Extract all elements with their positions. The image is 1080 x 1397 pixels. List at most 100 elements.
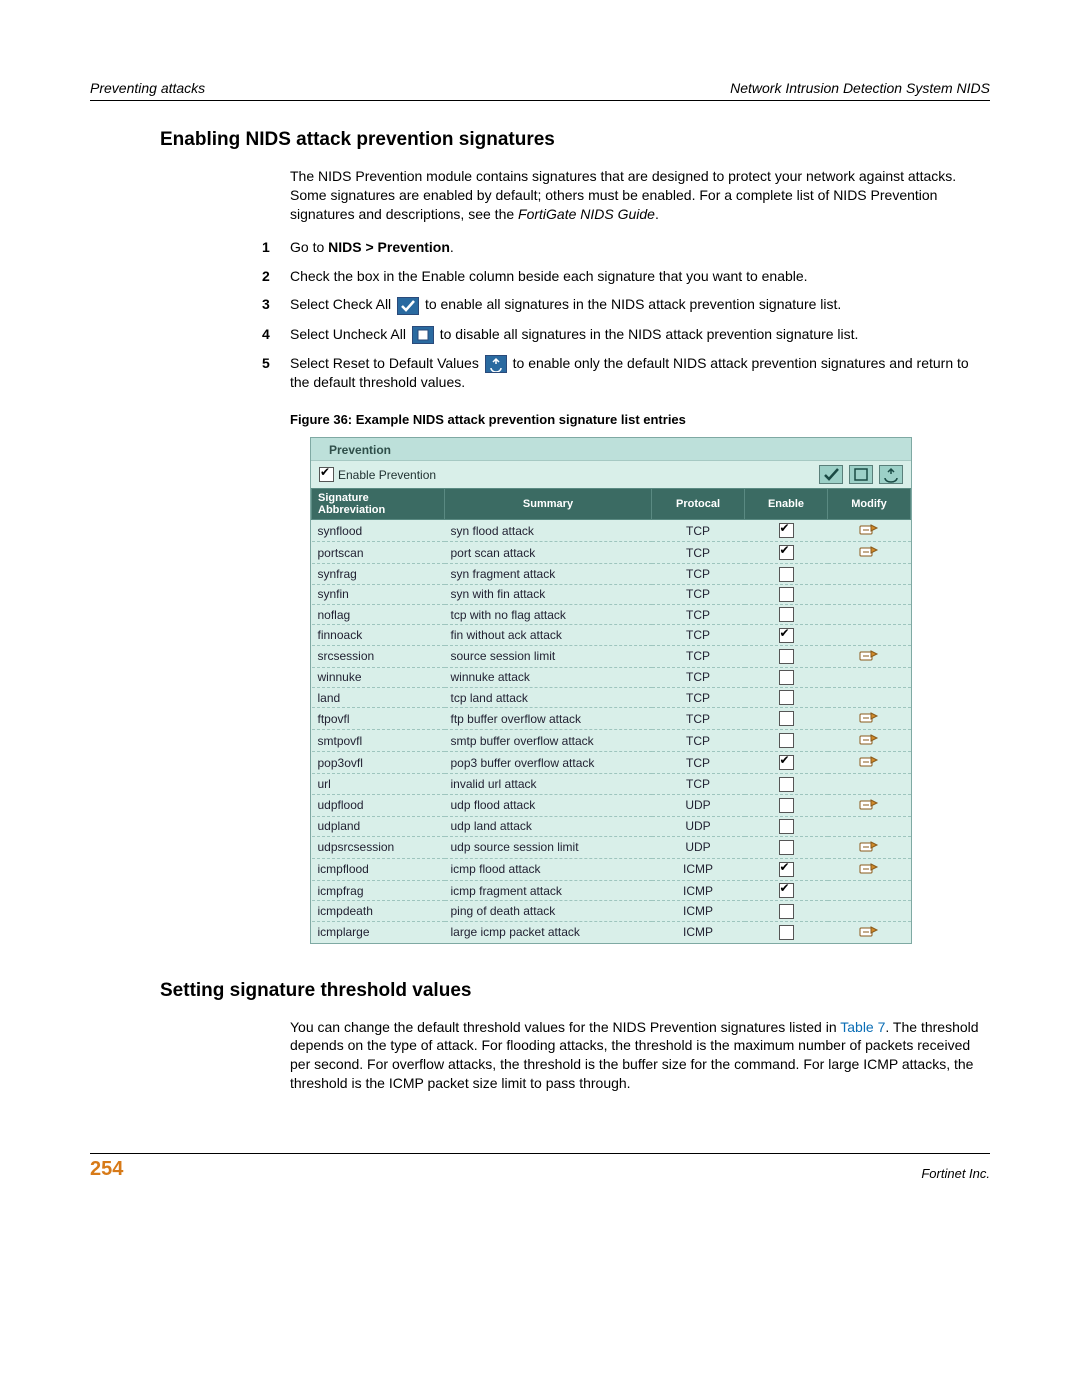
enable-checkbox[interactable]	[779, 649, 794, 664]
cell-protocol: TCP	[652, 687, 745, 707]
table-row: synfragsyn fragment attackTCP	[312, 564, 911, 584]
modify-icon[interactable]	[859, 648, 879, 662]
page-number: 254	[90, 1158, 123, 1181]
cell-signature: winnuke	[312, 667, 445, 687]
cell-signature: finnoack	[312, 625, 445, 645]
cell-protocol: ICMP	[652, 858, 745, 880]
enable-prevention-checkbox[interactable]	[319, 467, 334, 482]
modify-icon[interactable]	[859, 839, 879, 853]
section1-end: .	[655, 206, 659, 222]
modify-icon[interactable]	[859, 732, 879, 746]
cell-summary: invalid url attack	[445, 774, 652, 794]
step-5: 5 Select Reset to Default Values to enab…	[290, 354, 990, 392]
modify-icon[interactable]	[859, 924, 879, 938]
enable-checkbox[interactable]	[779, 607, 794, 622]
cell-summary: tcp land attack	[445, 687, 652, 707]
step1-a: Go to	[290, 239, 328, 255]
enable-checkbox[interactable]	[779, 628, 794, 643]
modify-icon[interactable]	[859, 522, 879, 536]
cell-signature: smtpovfl	[312, 730, 445, 752]
enable-checkbox[interactable]	[779, 567, 794, 582]
cell-signature: udpflood	[312, 794, 445, 816]
table-row: landtcp land attackTCP	[312, 687, 911, 707]
cell-summary: fin without ack attack	[445, 625, 652, 645]
cell-signature: icmpfrag	[312, 880, 445, 900]
col-summary: Summary	[445, 489, 652, 520]
table-row: udpfloodudp flood attackUDP	[312, 794, 911, 816]
step4-b: to disable all signatures in the NIDS at…	[440, 326, 859, 342]
step4-a: Select Uncheck All	[290, 326, 410, 342]
cell-summary: syn with fin attack	[445, 584, 652, 604]
guide-title: FortiGate NIDS Guide	[518, 206, 655, 222]
col-enable: Enable	[745, 489, 828, 520]
panel-toolbar: Enable Prevention	[311, 460, 911, 488]
reset-defaults-icon	[485, 355, 507, 373]
enable-checkbox[interactable]	[779, 545, 794, 560]
cell-protocol: TCP	[652, 645, 745, 667]
modify-icon[interactable]	[859, 710, 879, 724]
modify-icon[interactable]	[859, 861, 879, 875]
cell-summary: tcp with no flag attack	[445, 604, 652, 624]
table-7-link[interactable]: Table 7	[840, 1019, 885, 1035]
cell-signature: pop3ovfl	[312, 752, 445, 774]
cell-signature: noflag	[312, 604, 445, 624]
cell-protocol: TCP	[652, 774, 745, 794]
enable-checkbox[interactable]	[779, 862, 794, 877]
enable-checkbox[interactable]	[779, 904, 794, 919]
check-all-button[interactable]	[819, 465, 843, 484]
uncheck-all-button[interactable]	[849, 465, 873, 484]
enable-checkbox[interactable]	[779, 925, 794, 940]
table-row: noflagtcp with no flag attackTCP	[312, 604, 911, 624]
modify-icon[interactable]	[859, 797, 879, 811]
col-signature: Signature Abbreviation	[312, 489, 445, 520]
cell-protocol: ICMP	[652, 921, 745, 943]
cell-summary: udp flood attack	[445, 794, 652, 816]
enable-checkbox[interactable]	[779, 733, 794, 748]
table-row: finnoackfin without ack attackTCP	[312, 625, 911, 645]
cell-summary: pop3 buffer overflow attack	[445, 752, 652, 774]
cell-summary: winnuke attack	[445, 667, 652, 687]
table-row: portscanport scan attackTCP	[312, 542, 911, 564]
reset-defaults-button[interactable]	[879, 465, 903, 484]
enable-checkbox[interactable]	[779, 670, 794, 685]
section2-a: You can change the default threshold val…	[290, 1019, 840, 1035]
cell-summary: ping of death attack	[445, 901, 652, 921]
table-row: udplandudp land attackUDP	[312, 816, 911, 836]
step1-c: .	[450, 239, 454, 255]
cell-summary: large icmp packet attack	[445, 921, 652, 943]
panel-tab-bar: Prevention	[311, 438, 911, 460]
cell-protocol: TCP	[652, 520, 745, 542]
cell-signature: land	[312, 687, 445, 707]
nids-prevention-panel: Prevention Enable Prevention Signature A…	[310, 437, 912, 943]
modify-icon[interactable]	[859, 544, 879, 558]
cell-summary: smtp buffer overflow attack	[445, 730, 652, 752]
tab-prevention[interactable]: Prevention	[319, 440, 401, 460]
enable-checkbox[interactable]	[779, 755, 794, 770]
enable-checkbox[interactable]	[779, 587, 794, 602]
enable-checkbox[interactable]	[779, 523, 794, 538]
table-row: winnukewinnuke attackTCP	[312, 667, 911, 687]
cell-signature: icmplarge	[312, 921, 445, 943]
cell-signature: udpsrcsession	[312, 836, 445, 858]
section-heading-enabling: Enabling NIDS attack prevention signatur…	[160, 129, 990, 151]
cell-protocol: TCP	[652, 564, 745, 584]
page-footer: 254 Fortinet Inc.	[90, 1153, 990, 1181]
cell-signature: icmpdeath	[312, 901, 445, 921]
enable-checkbox[interactable]	[779, 711, 794, 726]
check-all-icon	[397, 297, 419, 315]
cell-protocol: TCP	[652, 604, 745, 624]
enable-checkbox[interactable]	[779, 819, 794, 834]
cell-signature: srcsession	[312, 645, 445, 667]
section2-body: You can change the default threshold val…	[290, 1018, 980, 1094]
enable-checkbox[interactable]	[779, 777, 794, 792]
enable-checkbox[interactable]	[779, 798, 794, 813]
modify-icon[interactable]	[859, 754, 879, 768]
enable-checkbox[interactable]	[779, 840, 794, 855]
enable-checkbox[interactable]	[779, 883, 794, 898]
step-1: 1 Go to NIDS > Prevention.	[290, 238, 990, 257]
step-4: 4 Select Uncheck All to disable all sign…	[290, 325, 990, 344]
enable-checkbox[interactable]	[779, 690, 794, 705]
table-row: urlinvalid url attackTCP	[312, 774, 911, 794]
table-row: icmpdeathping of death attackICMP	[312, 901, 911, 921]
cell-signature: synfrag	[312, 564, 445, 584]
